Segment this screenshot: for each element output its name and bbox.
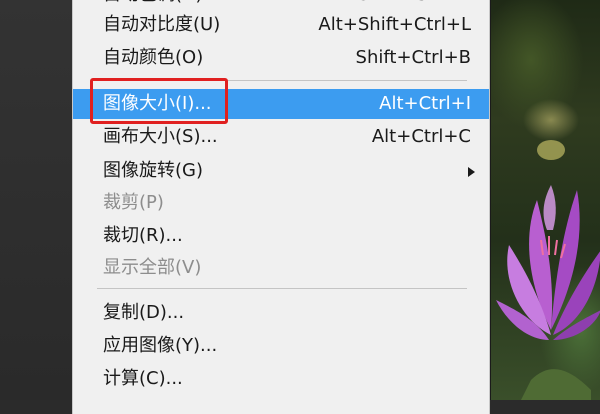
menu-item-label: 计算(C)... [103, 368, 183, 389]
menu-item-label: 画布大小(S)... [103, 126, 218, 147]
menu-item-canvas-size[interactable]: 画布大小(S)... Alt+Ctrl+C [73, 122, 489, 152]
submenu-arrow-icon [468, 167, 475, 177]
menu-item-label: 图像大小(I)... [103, 93, 212, 114]
menu-item-auto-color[interactable]: 自动颜色(O) Shift+Ctrl+B [73, 43, 489, 73]
menu-item-shortcut: Shift+Ctrl+B [355, 47, 471, 68]
menu-item-shortcut: Shift+Ctrl+L [358, 0, 471, 10]
menu-item-image-rotation[interactable]: 图像旋转(G) [73, 156, 489, 186]
menu-item-label: 复制(D)... [103, 302, 185, 323]
menu-item-apply-image[interactable]: 应用图像(Y)... [73, 331, 489, 361]
menu-item-reveal-all: 显示全部(V) [73, 253, 489, 283]
menu-item-trim[interactable]: 裁切(R)... [73, 221, 489, 251]
menu-item-label: 自动色调(N) [103, 0, 203, 10]
menu-item-shortcut: Alt+Ctrl+C [371, 126, 471, 147]
menu-item-crop: 裁剪(P) [73, 188, 489, 218]
lotus-flower-image [496, 140, 600, 400]
image-adjust-menu: 自动色调(N) Shift+Ctrl+L 自动对比度(U) Alt+Shift+… [72, 0, 490, 414]
menu-item-calculations[interactable]: 计算(C)... [73, 364, 489, 394]
menu-item-label: 自动对比度(U) [103, 14, 221, 35]
menu-item-label: 自动颜色(O) [103, 47, 204, 68]
menu-item-label: 裁切(R)... [103, 225, 183, 246]
menu-item-duplicate[interactable]: 复制(D)... [73, 298, 489, 328]
menu-item-label: 图像旋转(G) [103, 160, 203, 181]
menu-item-auto-contrast[interactable]: 自动对比度(U) Alt+Shift+Ctrl+L [73, 10, 489, 40]
canvas-image [490, 0, 600, 400]
menu-item-label: 显示全部(V) [103, 257, 202, 278]
menu-item-shortcut: Alt+Ctrl+I [379, 93, 471, 114]
menu-item-label: 应用图像(Y)... [103, 335, 218, 356]
menu-separator [97, 288, 467, 289]
menu-item-auto-tone[interactable]: 自动色调(N) Shift+Ctrl+L [73, 0, 489, 10]
menu-item-image-size[interactable]: 图像大小(I)... Alt+Ctrl+I [73, 89, 489, 119]
menu-item-label: 裁剪(P) [103, 192, 164, 213]
workspace-background [0, 0, 72, 400]
menu-separator [97, 80, 467, 81]
menu-item-shortcut: Alt+Shift+Ctrl+L [318, 14, 471, 35]
